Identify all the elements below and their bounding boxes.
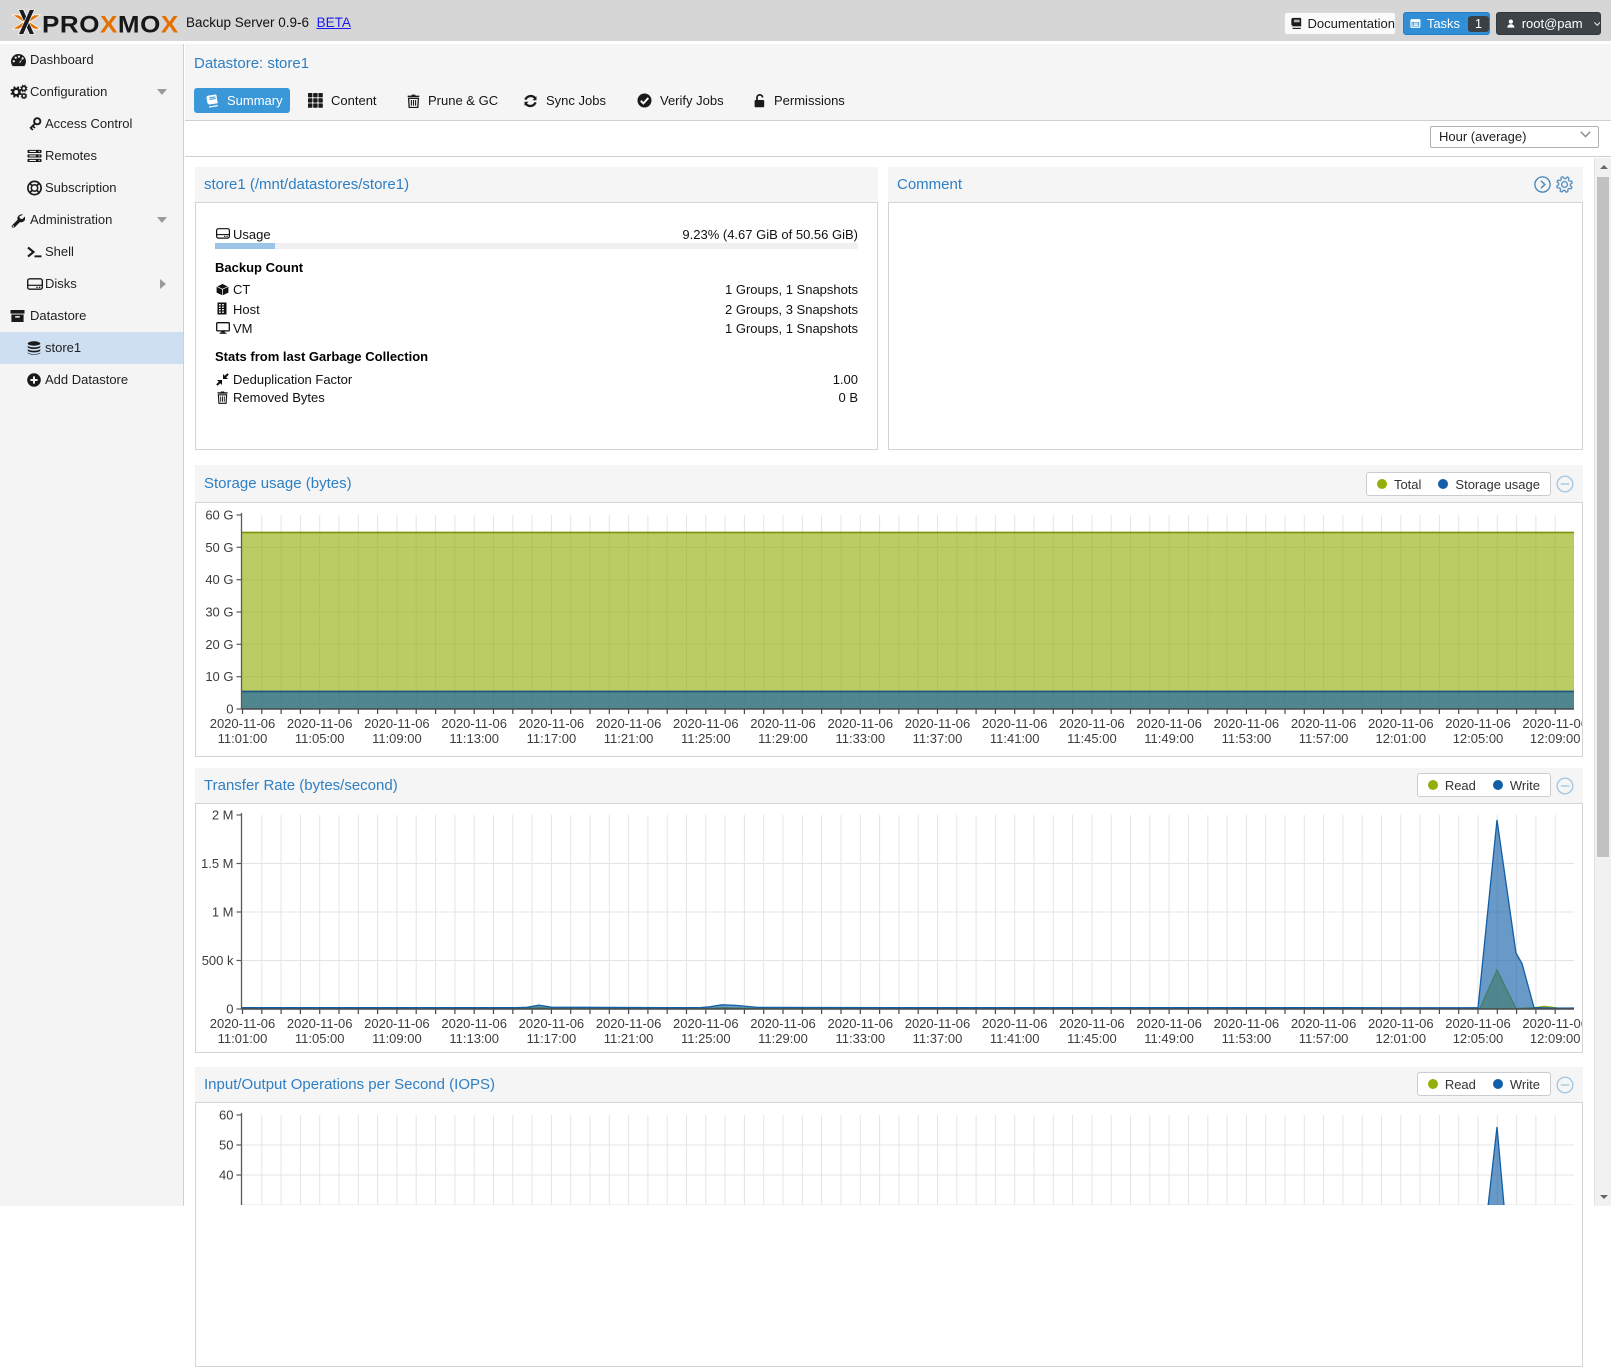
svg-text:1 M: 1 M (212, 905, 234, 920)
svg-text:12:09:00: 12:09:00 (1530, 731, 1581, 746)
svg-text:2020-11-06: 2020-11-06 (441, 1016, 507, 1031)
svg-text:2020-11-06: 2020-11-06 (519, 1016, 585, 1031)
svg-text:2020-11-06: 2020-11-06 (210, 716, 276, 731)
svg-text:2020-11-06: 2020-11-06 (1522, 1016, 1582, 1031)
svg-text:12:05:00: 12:05:00 (1453, 1031, 1504, 1046)
svg-text:2020-11-06: 2020-11-06 (287, 716, 353, 731)
svg-text:0: 0 (226, 1002, 233, 1017)
svg-text:2020-11-06: 2020-11-06 (364, 1016, 430, 1031)
svg-text:12:01:00: 12:01:00 (1375, 731, 1426, 746)
svg-text:11:33:00: 11:33:00 (835, 1031, 885, 1046)
svg-text:2020-11-06: 2020-11-06 (750, 1016, 816, 1031)
svg-text:11:49:00: 11:49:00 (1144, 731, 1194, 746)
svg-text:2020-11-06: 2020-11-06 (1522, 716, 1582, 731)
svg-text:2020-11-06: 2020-11-06 (1445, 1016, 1511, 1031)
svg-text:2020-11-06: 2020-11-06 (1445, 716, 1511, 731)
svg-text:2020-11-06: 2020-11-06 (1368, 1016, 1434, 1031)
svg-text:50 G: 50 G (205, 540, 233, 555)
svg-text:2020-11-06: 2020-11-06 (1291, 716, 1357, 731)
svg-text:1.5 M: 1.5 M (201, 856, 234, 871)
svg-text:11:09:00: 11:09:00 (372, 1031, 422, 1046)
svg-text:11:45:00: 11:45:00 (1067, 1031, 1117, 1046)
svg-text:11:53:00: 11:53:00 (1222, 731, 1272, 746)
svg-text:2020-11-06: 2020-11-06 (1136, 716, 1202, 731)
svg-text:2020-11-06: 2020-11-06 (1291, 1016, 1357, 1031)
svg-text:11:37:00: 11:37:00 (913, 731, 963, 746)
svg-text:11:33:00: 11:33:00 (835, 731, 885, 746)
svg-text:11:21:00: 11:21:00 (604, 1031, 654, 1046)
svg-text:11:37:00: 11:37:00 (913, 1031, 963, 1046)
svg-text:500 k: 500 k (202, 953, 234, 968)
svg-text:2020-11-06: 2020-11-06 (828, 1016, 894, 1031)
svg-text:2020-11-06: 2020-11-06 (1214, 716, 1280, 731)
svg-text:11:25:00: 11:25:00 (681, 731, 731, 746)
svg-text:11:01:00: 11:01:00 (218, 731, 268, 746)
svg-text:2020-11-06: 2020-11-06 (1368, 716, 1434, 731)
svg-text:2020-11-06: 2020-11-06 (673, 716, 739, 731)
svg-text:11:13:00: 11:13:00 (449, 731, 499, 746)
svg-text:11:01:00: 11:01:00 (218, 1031, 268, 1046)
svg-text:60 G: 60 G (205, 508, 233, 523)
svg-text:11:53:00: 11:53:00 (1222, 1031, 1272, 1046)
svg-text:11:05:00: 11:05:00 (295, 731, 345, 746)
svg-text:2020-11-06: 2020-11-06 (596, 1016, 662, 1031)
svg-text:2020-11-06: 2020-11-06 (519, 716, 585, 731)
svg-text:11:41:00: 11:41:00 (990, 731, 1040, 746)
svg-text:2020-11-06: 2020-11-06 (364, 716, 430, 731)
svg-text:30 G: 30 G (205, 605, 233, 620)
svg-text:11:09:00: 11:09:00 (372, 731, 422, 746)
svg-text:2020-11-06: 2020-11-06 (1214, 1016, 1280, 1031)
svg-text:11:17:00: 11:17:00 (527, 1031, 577, 1046)
svg-text:11:25:00: 11:25:00 (681, 1031, 731, 1046)
svg-text:12:01:00: 12:01:00 (1375, 1031, 1426, 1046)
svg-text:2020-11-06: 2020-11-06 (828, 716, 894, 731)
svg-text:11:29:00: 11:29:00 (758, 731, 808, 746)
svg-text:2020-11-06: 2020-11-06 (287, 1016, 353, 1031)
svg-text:11:45:00: 11:45:00 (1067, 731, 1117, 746)
svg-text:11:57:00: 11:57:00 (1299, 731, 1349, 746)
svg-text:2020-11-06: 2020-11-06 (673, 1016, 739, 1031)
svg-text:2020-11-06: 2020-11-06 (982, 1016, 1048, 1031)
svg-text:2 M: 2 M (212, 808, 234, 823)
svg-text:2020-11-06: 2020-11-06 (441, 716, 507, 731)
svg-text:11:13:00: 11:13:00 (449, 1031, 499, 1046)
svg-text:11:49:00: 11:49:00 (1144, 1031, 1194, 1046)
svg-text:2020-11-06: 2020-11-06 (210, 1016, 276, 1031)
svg-text:2020-11-06: 2020-11-06 (1059, 1016, 1125, 1031)
svg-text:12:05:00: 12:05:00 (1453, 731, 1504, 746)
svg-text:0: 0 (226, 702, 233, 717)
svg-text:2020-11-06: 2020-11-06 (982, 716, 1048, 731)
svg-text:40 G: 40 G (205, 572, 233, 587)
svg-text:2020-11-06: 2020-11-06 (905, 1016, 971, 1031)
svg-text:11:05:00: 11:05:00 (295, 1031, 345, 1046)
svg-text:20 G: 20 G (205, 637, 233, 652)
svg-text:2020-11-06: 2020-11-06 (750, 716, 816, 731)
svg-text:40: 40 (219, 1168, 233, 1183)
svg-text:12:09:00: 12:09:00 (1530, 1031, 1581, 1046)
svg-text:11:57:00: 11:57:00 (1299, 1031, 1349, 1046)
svg-text:2020-11-06: 2020-11-06 (905, 716, 971, 731)
svg-text:60: 60 (219, 1108, 233, 1123)
svg-text:2020-11-06: 2020-11-06 (1136, 1016, 1202, 1031)
svg-text:11:17:00: 11:17:00 (527, 731, 577, 746)
svg-text:11:21:00: 11:21:00 (604, 731, 654, 746)
svg-text:10 G: 10 G (205, 669, 233, 684)
svg-text:11:29:00: 11:29:00 (758, 1031, 808, 1046)
svg-text:2020-11-06: 2020-11-06 (1059, 716, 1125, 731)
svg-text:2020-11-06: 2020-11-06 (596, 716, 662, 731)
svg-text:50: 50 (219, 1138, 233, 1153)
svg-text:11:41:00: 11:41:00 (990, 1031, 1040, 1046)
